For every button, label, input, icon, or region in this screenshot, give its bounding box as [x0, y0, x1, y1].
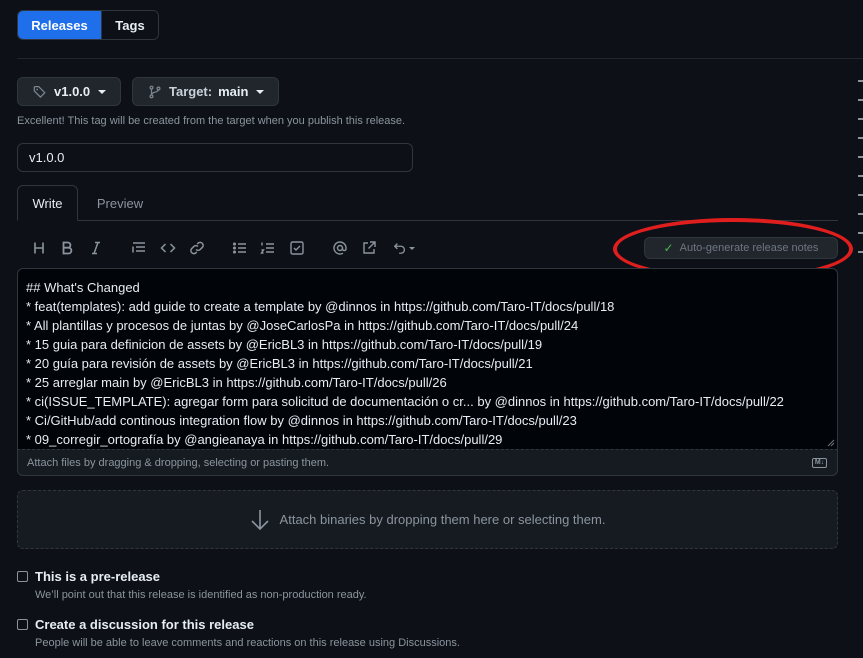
quote-icon[interactable]: [129, 238, 149, 258]
editor-line: * 25 arreglar main by @EricBL3 in https:…: [26, 375, 447, 390]
link-icon[interactable]: [187, 238, 207, 258]
release-title-input[interactable]: [17, 143, 413, 172]
discussion-checkbox[interactable]: [17, 619, 28, 630]
tag-icon: [32, 84, 48, 100]
task-list-icon[interactable]: [287, 238, 307, 258]
release-notes-textarea[interactable]: ## What's Changed * feat(templates): add…: [17, 268, 838, 450]
undo-icon[interactable]: [391, 238, 417, 258]
target-value: main: [218, 84, 249, 99]
tag-hint: Excellent! This tag will be created from…: [17, 115, 406, 127]
arrow-down-icon: [250, 509, 270, 531]
unordered-list-icon[interactable]: [230, 238, 250, 258]
divider: [17, 58, 863, 59]
editor-line: * All plantillas y procesos de juntas by…: [26, 318, 579, 333]
code-icon[interactable]: [158, 238, 178, 258]
prerelease-description: We’ll point out that this release is ide…: [35, 589, 367, 601]
heading-icon[interactable]: [29, 238, 49, 258]
editor-line: * 09_corregir_ortografía by @angieanaya …: [26, 432, 503, 447]
chevron-down-icon: [98, 89, 107, 94]
binaries-dropzone[interactable]: Attach binaries by dropping them here or…: [17, 490, 838, 549]
editor-line: * Ci/GitHub/add continous integration fl…: [26, 413, 577, 428]
auto-generate-notes-button[interactable]: ✓ Auto-generate release notes: [644, 237, 838, 259]
markdown-icon: M↓: [812, 458, 827, 468]
prerelease-label[interactable]: This is a pre-release: [35, 569, 160, 584]
choose-tag-button[interactable]: v1.0.0: [17, 77, 121, 106]
target-branch-button[interactable]: Target: main: [132, 77, 279, 106]
discussion-description: People will be able to leave comments an…: [35, 637, 460, 649]
auto-generate-label: Auto-generate release notes: [679, 242, 819, 254]
editor-line: * 20 guía para revisión de assets by @Er…: [26, 356, 533, 371]
editor-line: ## What's Changed: [26, 280, 140, 295]
italic-icon[interactable]: [86, 238, 106, 258]
editor-line: * ci(ISSUE_TEMPLATE): agregar form para …: [26, 394, 784, 409]
tab-tags[interactable]: Tags: [101, 11, 158, 39]
branch-icon: [147, 84, 163, 100]
discussion-label[interactable]: Create a discussion for this release: [35, 617, 254, 632]
prerelease-checkbox[interactable]: [17, 571, 28, 582]
bold-icon[interactable]: [57, 238, 77, 258]
sidebar-clipped: [858, 80, 863, 340]
target-prefix: Target:: [169, 84, 213, 99]
attach-files-bar[interactable]: Attach files by dragging & dropping, sel…: [17, 449, 838, 476]
tag-label: v1.0.0: [54, 84, 91, 99]
attach-files-label: Attach files by dragging & dropping, sel…: [27, 456, 330, 469]
tab-write[interactable]: Write: [17, 185, 78, 221]
dropzone-label: Attach binaries by dropping them here or…: [279, 512, 606, 527]
resize-handle-icon[interactable]: [827, 439, 835, 447]
editor-line: * feat(templates): add guide to create a…: [26, 299, 615, 314]
releases-tags-switch: Releases Tags: [17, 10, 159, 40]
editor-line: * 15 guia para definicion de assets by @…: [26, 337, 543, 352]
tab-preview[interactable]: Preview: [84, 185, 156, 221]
mention-icon[interactable]: [330, 238, 350, 258]
tab-releases[interactable]: Releases: [18, 11, 101, 39]
chevron-down-icon: [256, 89, 265, 94]
check-icon: ✓: [663, 241, 674, 255]
reference-icon[interactable]: [359, 238, 379, 258]
ordered-list-icon[interactable]: [258, 238, 278, 258]
